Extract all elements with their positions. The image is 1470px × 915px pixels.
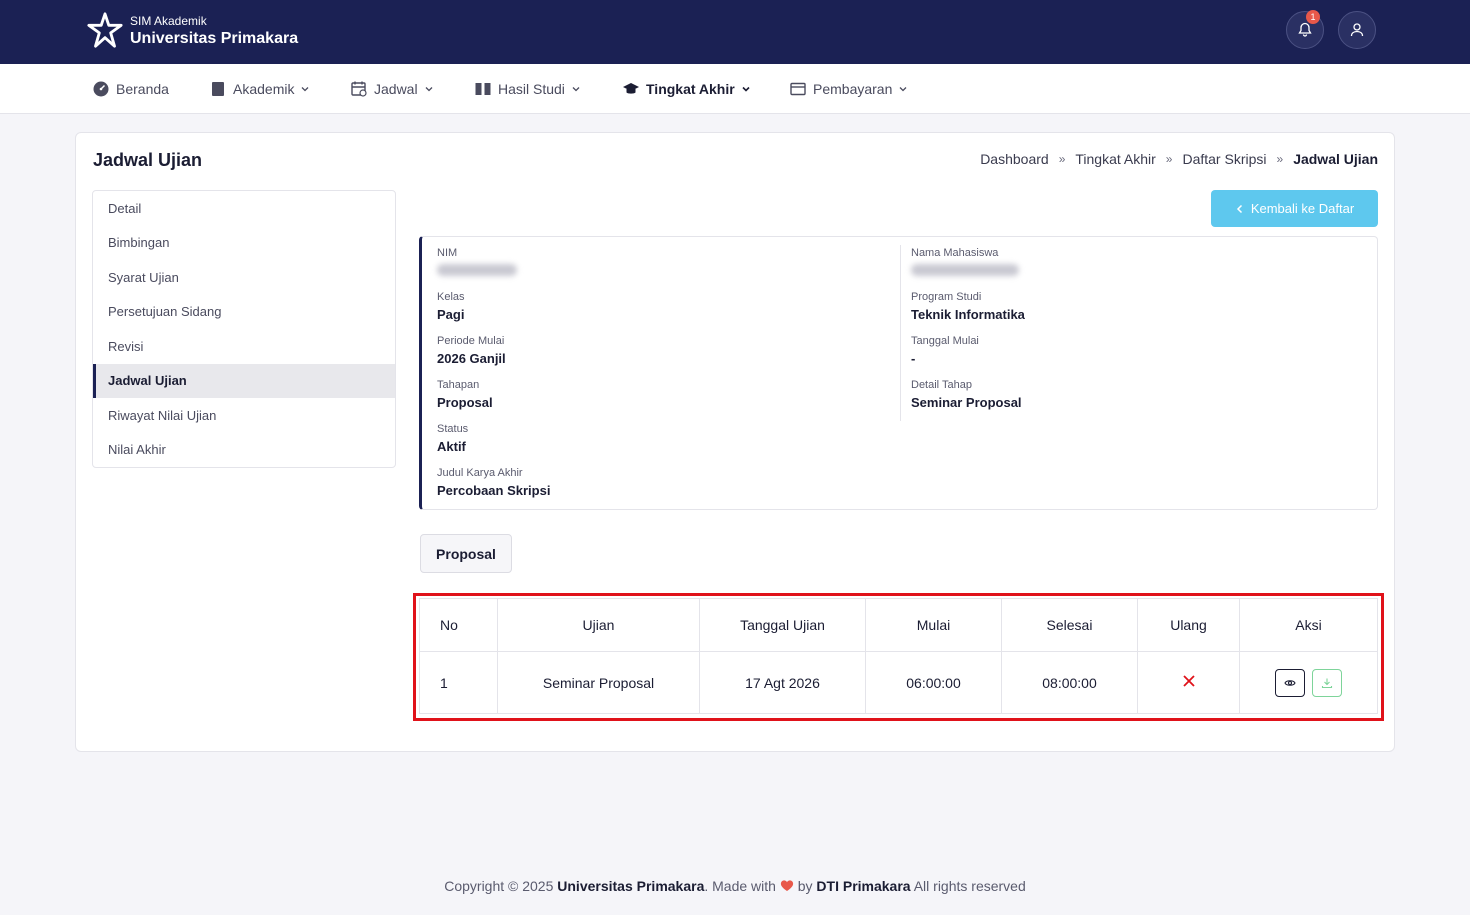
nav-jadwal[interactable]: Jadwal xyxy=(350,64,434,114)
field-prodi: Program Studi Teknik Informatika xyxy=(911,291,1025,322)
nav-pembayaran[interactable]: Pembayaran xyxy=(789,64,908,114)
info-divider xyxy=(900,245,901,421)
open-book-icon xyxy=(475,83,491,95)
eye-icon xyxy=(1283,679,1296,686)
chevron-left-icon xyxy=(1236,204,1242,213)
main-nav: Beranda Akademik Jadwal Hasil Studi Ting… xyxy=(0,64,1470,114)
table-header-row: No Ujian Tanggal Ujian Mulai Selesai Ula… xyxy=(419,598,1378,652)
app-subtitle: SIM Akademik xyxy=(130,14,207,28)
tab-proposal[interactable]: Proposal xyxy=(420,534,512,573)
field-kelas: Kelas Pagi xyxy=(437,291,465,322)
footer-team: DTI Primakara xyxy=(816,878,911,894)
cell-mulai: 06:00:00 xyxy=(865,651,1002,714)
notification-badge: 1 xyxy=(1306,10,1320,24)
breadcrumb-daftar-skripsi[interactable]: Daftar Skripsi xyxy=(1182,151,1266,167)
cell-ujian: Seminar Proposal xyxy=(497,651,700,714)
field-tahapan: Tahapan Proposal xyxy=(437,379,493,410)
nav-tingkat-akhir[interactable]: Tingkat Akhir xyxy=(622,64,751,114)
field-judul: Judul Karya Akhir Percobaan Skripsi xyxy=(437,467,551,498)
app-title: Universitas Primakara xyxy=(130,30,299,47)
nav-hasil-studi[interactable]: Hasil Studi xyxy=(474,64,581,114)
chevron-down-icon xyxy=(899,87,907,92)
field-nama: Nama Mahasiswa xyxy=(911,247,1019,281)
col-ujian: Ujian xyxy=(497,598,700,652)
nav-akademik[interactable]: Akademik xyxy=(209,64,310,114)
side-item-detail[interactable]: Detail xyxy=(93,191,395,226)
nim-value-redacted xyxy=(437,264,517,276)
col-mulai: Mulai xyxy=(865,598,1002,652)
chevron-down-icon xyxy=(302,87,309,92)
nav-label: Hasil Studi xyxy=(498,81,565,97)
nav-label: Beranda xyxy=(116,81,169,97)
cell-ulang xyxy=(1137,651,1240,714)
notification-button[interactable]: 1 xyxy=(1286,10,1324,49)
download-button[interactable] xyxy=(1312,668,1343,697)
chevron-down-icon xyxy=(572,87,580,92)
cell-aksi xyxy=(1239,651,1378,714)
breadcrumb-separator-icon: » xyxy=(1058,152,1066,166)
student-info-panel: NIM Nama Mahasiswa Kelas Pagi Program St… xyxy=(419,236,1378,510)
nav-beranda[interactable]: Beranda xyxy=(92,64,169,114)
nav-label: Tingkat Akhir xyxy=(646,81,735,97)
breadcrumb-tingkat-akhir[interactable]: Tingkat Akhir xyxy=(1075,151,1155,167)
breadcrumb-current: Jadwal Ujian xyxy=(1293,151,1378,167)
side-item-bimbingan[interactable]: Bimbingan xyxy=(93,226,395,261)
top-header: SIM Akademik Universitas Primakara 1 xyxy=(0,0,1470,64)
cell-selesai: 08:00:00 xyxy=(1001,651,1138,714)
back-button-label: Kembali ke Daftar xyxy=(1250,201,1355,216)
col-selesai: Selesai xyxy=(1001,598,1138,652)
dashboard-icon xyxy=(93,81,109,97)
breadcrumb-separator-icon: » xyxy=(1165,152,1173,166)
field-nim: NIM xyxy=(437,247,517,281)
heart-icon xyxy=(780,880,793,891)
side-item-riwayat-nilai-ujian[interactable]: Riwayat Nilai Ujian xyxy=(93,398,395,433)
book-icon xyxy=(212,82,224,96)
side-item-persetujuan-sidang[interactable]: Persetujuan Sidang xyxy=(93,295,395,330)
cell-tanggal: 17 Agt 2026 xyxy=(699,651,866,714)
breadcrumb-dashboard[interactable]: Dashboard xyxy=(980,151,1049,167)
download-icon xyxy=(1322,678,1333,688)
side-item-syarat-ujian[interactable]: Syarat Ujian xyxy=(93,260,395,295)
side-item-jadwal-ujian[interactable]: Jadwal Ujian xyxy=(93,363,395,398)
calendar-icon xyxy=(351,81,367,97)
nav-label: Pembayaran xyxy=(813,81,893,97)
col-tanggal: Tanggal Ujian xyxy=(699,598,866,652)
footer-org: Universitas Primakara xyxy=(557,878,705,894)
footer: Copyright © 2025 Universitas Primakara. … xyxy=(444,878,1026,894)
profile-button[interactable] xyxy=(1338,11,1376,49)
nama-value-redacted xyxy=(911,264,1019,276)
col-aksi: Aksi xyxy=(1239,598,1378,652)
view-button[interactable] xyxy=(1274,668,1305,697)
side-menu: Detail Bimbingan Syarat Ujian Persetujua… xyxy=(92,190,396,468)
field-periode: Periode Mulai 2026 Ganjil xyxy=(437,335,506,366)
user-icon xyxy=(1350,23,1364,37)
content-card: Jadwal Ujian Dashboard » Tingkat Akhir »… xyxy=(75,132,1395,752)
table-row: 1 Seminar Proposal 17 Agt 2026 06:00:00 … xyxy=(419,651,1378,714)
col-no: No xyxy=(419,598,498,652)
chevron-down-icon xyxy=(742,86,750,92)
nav-label: Akademik xyxy=(233,81,295,97)
side-item-revisi[interactable]: Revisi xyxy=(93,329,395,364)
nav-label: Jadwal xyxy=(374,81,418,97)
breadcrumb: Dashboard » Tingkat Akhir » Daftar Skrip… xyxy=(980,151,1378,167)
side-item-nilai-akhir[interactable]: Nilai Akhir xyxy=(93,433,395,468)
back-to-list-button[interactable]: Kembali ke Daftar xyxy=(1211,190,1378,227)
bell-icon xyxy=(1298,22,1312,37)
field-detail-tahap: Detail Tahap Seminar Proposal xyxy=(911,379,1022,410)
field-status: Status Aktif xyxy=(437,423,469,454)
exam-schedule-table: No Ujian Tanggal Ujian Mulai Selesai Ula… xyxy=(419,598,1378,714)
x-icon xyxy=(1182,675,1195,687)
col-ulang: Ulang xyxy=(1137,598,1240,652)
breadcrumb-separator-icon: » xyxy=(1276,152,1284,166)
field-tanggal-mulai: Tanggal Mulai - xyxy=(911,335,979,366)
cell-no: 1 xyxy=(419,651,498,714)
brand[interactable]: SIM Akademik Universitas Primakara xyxy=(86,12,298,50)
graduation-cap-icon xyxy=(623,83,639,94)
chevron-down-icon xyxy=(425,87,433,92)
page-title: Jadwal Ujian xyxy=(93,150,203,170)
primakara-logo-icon xyxy=(87,12,123,48)
wallet-icon xyxy=(790,82,806,96)
